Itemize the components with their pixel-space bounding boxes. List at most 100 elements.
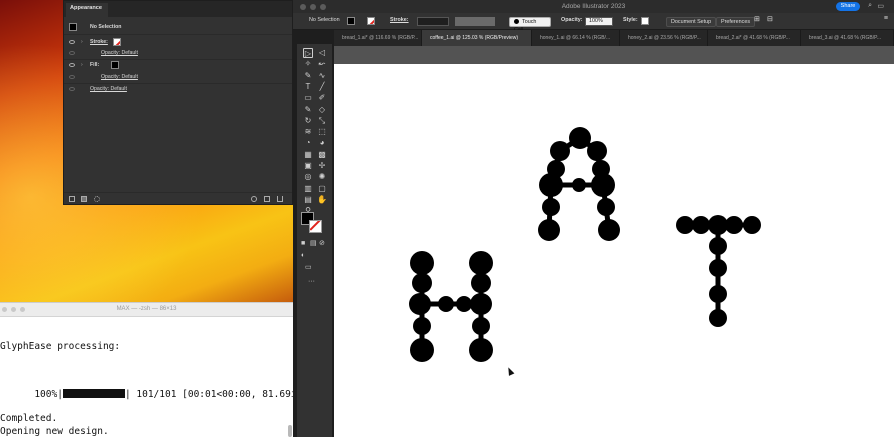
fill-visibility-eye-icon[interactable] xyxy=(69,63,75,67)
letter-a-glyph[interactable] xyxy=(538,127,620,241)
fill-expand-chevron-icon[interactable]: › xyxy=(81,62,83,68)
pen-tool-icon[interactable]: ✎ xyxy=(303,71,313,81)
lasso-tool-icon[interactable]: ↜ xyxy=(317,59,327,69)
fill-opacity-label[interactable]: Opacity: Default xyxy=(101,74,138,80)
type-tool-icon[interactable]: T xyxy=(303,82,313,92)
rotate-tool-icon[interactable]: ↻ xyxy=(303,116,313,126)
object-opacity-eye-icon[interactable] xyxy=(69,87,75,91)
letter-a-dot-12 xyxy=(598,219,620,241)
search-icon[interactable]: ⌕ xyxy=(868,2,872,10)
draw-mode-icon[interactable]: ◐ xyxy=(301,252,305,260)
terminal-line-processing: GlyphEase processing: xyxy=(0,341,121,352)
workspace-switcher-icon[interactable]: ▭ xyxy=(877,2,884,10)
artboard-tool-icon[interactable]: ▢ xyxy=(317,184,327,194)
opacity-input[interactable]: 100% xyxy=(585,17,613,26)
stroke-none-swatch[interactable] xyxy=(113,38,121,46)
document-tab-4[interactable]: honey_2.ai @ 23.56 % (RGB/P... xyxy=(620,30,708,46)
gradient-mode-icon[interactable]: ▤ xyxy=(310,240,317,248)
arrange-documents-icon[interactable]: ⊞ xyxy=(754,15,760,23)
stroke-color-box[interactable] xyxy=(309,220,322,233)
eraser-tool-icon[interactable]: ◇ xyxy=(317,105,327,115)
control-selection-label: No Selection xyxy=(309,17,340,23)
scale-tool-icon[interactable]: ⤡ xyxy=(317,116,327,126)
symbol-sprayer-tool-icon[interactable]: ✺ xyxy=(317,172,327,182)
document-tabs: bread_1.ai* @ 116.69 % (RGB/P... coffee_1… xyxy=(334,30,894,46)
stroke-opacity-eye-icon[interactable] xyxy=(69,51,75,55)
appearance-object-opacity-row[interactable]: Opacity: Default xyxy=(64,83,292,95)
fill-opacity-eye-icon[interactable] xyxy=(69,75,75,79)
document-tab-2[interactable]: coffee_1.ai @ 125.03 % (RGB/Preview) xyxy=(422,30,532,46)
artboard[interactable] xyxy=(334,64,894,437)
letter-h-glyph[interactable] xyxy=(409,251,493,362)
live-paint-tool-icon[interactable]: ◕ xyxy=(317,138,327,148)
stroke-opacity-label[interactable]: Opacity: Default xyxy=(101,50,138,56)
panel-menu-icon[interactable]: ≡ xyxy=(884,15,888,22)
terminal-window[interactable]: MAX — -zsh — 86×13 GlyphEase processing:… xyxy=(0,302,319,437)
share-button[interactable]: Share xyxy=(836,2,860,11)
stroke-expand-chevron-icon[interactable]: › xyxy=(81,39,83,45)
letter-t-glyph[interactable] xyxy=(676,215,761,327)
none-mode-icon[interactable]: ⊘ xyxy=(319,240,325,248)
document-tab-3[interactable]: honey_1.ai @ 66.14 % (RGB/... xyxy=(532,30,620,46)
document-setup-button[interactable]: Document Setup xyxy=(666,16,717,27)
color-mode-icon[interactable]: ■ xyxy=(301,240,305,248)
shape-builder-tool-icon[interactable]: ◔ xyxy=(303,138,313,148)
illustrator-titlebar[interactable]: Adobe Illustrator 2023 Share ⌕ ▭ xyxy=(293,0,894,13)
column-graph-tool-icon[interactable]: ▥ xyxy=(303,184,313,194)
add-effect-icon[interactable] xyxy=(94,196,100,202)
stroke-label[interactable]: Stroke: xyxy=(90,39,108,45)
more-tools-icon[interactable]: ··· xyxy=(308,278,315,286)
blend-tool-icon[interactable]: ◎ xyxy=(303,172,313,182)
letter-a-dot-11 xyxy=(538,219,560,241)
slice-tool-icon[interactable]: ▤ xyxy=(303,195,313,205)
add-fill-icon[interactable] xyxy=(81,196,87,202)
eyedropper-tool-icon[interactable]: ✢ xyxy=(317,161,327,171)
delete-item-icon[interactable] xyxy=(277,196,283,202)
direct-selection-tool-icon[interactable]: ◁ xyxy=(317,48,327,58)
magic-wand-tool-icon[interactable]: ✧ xyxy=(303,59,313,69)
terminal-scrollbar[interactable] xyxy=(288,425,292,437)
align-icon[interactable]: ⊟ xyxy=(767,15,773,23)
variable-width-profile[interactable] xyxy=(455,17,495,26)
hand-tool-icon[interactable]: ✋ xyxy=(317,195,327,205)
letter-a-dot-1 xyxy=(569,127,591,149)
letter-h-dot-3 xyxy=(412,273,432,293)
fill-black-swatch[interactable] xyxy=(111,61,119,69)
perspective-tool-icon[interactable]: ▦ xyxy=(303,150,313,160)
graphic-style-swatch[interactable] xyxy=(641,17,649,25)
document-tab-1[interactable]: bread_1.ai* @ 116.69 % (RGB/P... xyxy=(334,30,422,46)
letter-t-dot-1 xyxy=(676,216,694,234)
artboard-artwork[interactable] xyxy=(334,64,894,437)
stroke-weight-field[interactable] xyxy=(417,17,449,26)
warp-tool-icon[interactable]: ≋ xyxy=(303,127,313,137)
appearance-tab[interactable]: Appearance xyxy=(66,3,109,17)
document-tab-6[interactable]: bread_3.ai @ 41.68 % (RGB/P... xyxy=(801,30,894,46)
rectangle-tool-icon[interactable]: ▭ xyxy=(303,93,313,103)
brush-definition-dropdown[interactable]: Touch Call... xyxy=(509,16,551,33)
gradient-tool-icon[interactable]: ▣ xyxy=(303,161,313,171)
shaper-tool-icon[interactable]: ✎ xyxy=(303,105,313,115)
control-fill-swatch[interactable] xyxy=(347,17,355,25)
stroke-visibility-eye-icon[interactable] xyxy=(69,40,75,44)
screen-mode-icon[interactable]: ▭ xyxy=(305,264,312,272)
fill-label[interactable]: Fill: xyxy=(90,62,99,68)
control-stroke-swatch[interactable] xyxy=(367,17,375,25)
document-tab-5[interactable]: bread_2.ai* @ 41.68 % (RGB/P... xyxy=(708,30,801,46)
clear-appearance-icon[interactable] xyxy=(251,196,257,202)
preferences-button[interactable]: Preferences xyxy=(716,16,756,27)
mesh-tool-icon[interactable]: ▩ xyxy=(317,150,327,160)
appearance-stroke-opacity-row[interactable]: Opacity: Default xyxy=(64,47,292,59)
terminal-titlebar[interactable]: MAX — -zsh — 86×13 xyxy=(0,303,293,317)
paintbrush-tool-icon[interactable]: ✐ xyxy=(317,93,327,103)
appearance-fill-row[interactable]: › Fill: xyxy=(64,59,292,71)
add-stroke-icon[interactable] xyxy=(69,196,75,202)
line-tool-icon[interactable]: ╱ xyxy=(317,82,327,92)
control-stroke-label[interactable]: Stroke: xyxy=(390,17,409,23)
object-opacity-label[interactable]: Opacity: Default xyxy=(90,86,127,92)
appearance-fill-opacity-row[interactable]: Opacity: Default xyxy=(64,71,292,83)
control-style-label: Style: xyxy=(623,17,638,23)
curvature-tool-icon[interactable]: ∿ xyxy=(317,71,327,81)
selection-tool-icon[interactable]: ▷ xyxy=(303,48,313,58)
duplicate-item-icon[interactable] xyxy=(264,196,270,202)
free-transform-tool-icon[interactable]: ⬚ xyxy=(317,127,327,137)
